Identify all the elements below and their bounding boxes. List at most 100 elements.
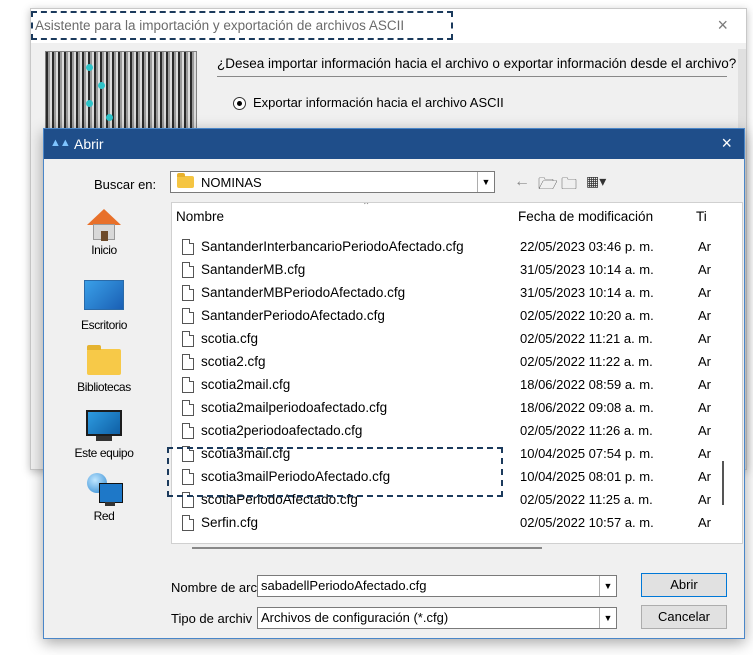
file-type: Ar [698, 354, 711, 369]
illustration-dot [98, 82, 105, 89]
place-desktop[interactable]: Escritorio [54, 280, 154, 332]
filetype-label: Tipo de archiv [171, 611, 253, 626]
filetype-value: Archivos de configuración (*.cfg) [261, 610, 449, 625]
desktop-icon [84, 280, 124, 310]
file-date: 18/06/2022 08:59 a. m. [520, 377, 654, 392]
file-name: scotia3mail.cfg [201, 446, 291, 461]
file-date: 02/05/2022 11:26 a. m. [520, 423, 653, 438]
file-type: Ar [698, 285, 711, 300]
file-date: 18/06/2022 09:08 a. m. [520, 400, 654, 415]
look-in-label: Buscar en: [94, 177, 157, 192]
new-folder-icon[interactable]: 🗀 [561, 173, 577, 200]
this-pc-icon [86, 410, 122, 436]
file-name: Serfin.cfg [201, 515, 259, 530]
export-radio[interactable] [233, 97, 246, 110]
file-type: Ar [698, 262, 711, 277]
look-in-select[interactable]: NOMINAS ▼ [170, 171, 495, 193]
libraries-icon [87, 345, 121, 375]
file-icon [182, 423, 194, 439]
illustration-dot [86, 100, 93, 107]
column-header-name[interactable]: Nombre [176, 203, 224, 231]
file-row[interactable]: scotia3mailPeriodoAfectado.cfg 10/04/2025… [172, 466, 732, 489]
place-this-pc[interactable]: Este equipo [54, 410, 154, 460]
place-label: Escritorio [80, 318, 127, 332]
file-type: Ar [698, 515, 711, 530]
file-icon [182, 515, 194, 531]
file-name: scotia.cfg [201, 331, 259, 346]
file-name: scotia2mail.cfg [201, 377, 291, 392]
file-icon [182, 492, 194, 508]
wizard-question: ¿Desea importar información hacia el arc… [217, 56, 737, 71]
illustration-dot [106, 114, 113, 121]
file-row[interactable]: SantanderInterbancarioPeriodoAfectado.cf… [172, 236, 732, 259]
file-row[interactable]: scotia.cfg 02/05/2022 11:21 a. m. Ar [172, 328, 732, 351]
view-menu-icon[interactable]: ▦▾ [586, 173, 606, 190]
horizontal-scrollbar-thumb[interactable] [192, 547, 542, 549]
column-header-date[interactable]: Fecha de modificación [518, 203, 653, 231]
folder-icon [177, 173, 194, 188]
file-icon [182, 377, 194, 393]
file-row[interactable]: Serfin.cfg 02/05/2022 10:57 a. m. Ar [172, 512, 732, 535]
file-row[interactable]: scotia3mail.cfg 10/04/2025 07:54 p. m. Ar [172, 443, 732, 466]
filename-input[interactable]: sabadellPeriodoAfectado.cfg ▼ [257, 575, 617, 597]
file-date: 02/05/2022 11:21 a. m. [520, 331, 653, 346]
file-icon [182, 354, 194, 370]
file-name: scotia2periodoafectado.cfg [201, 423, 363, 438]
file-date: 10/04/2025 07:54 p. m. [520, 446, 654, 461]
chevron-down-icon[interactable]: ▼ [477, 172, 494, 192]
file-name: SantanderMBPeriodoAfectado.cfg [201, 285, 406, 300]
file-list[interactable]: Nombre ⌃ Fecha de modificación Ti Santan… [171, 202, 743, 544]
app-people-icon: ▲▲ [50, 137, 71, 149]
chevron-down-icon[interactable]: ▼ [599, 608, 616, 628]
wizard-titlebar: Asistente para la importación y exportac… [31, 9, 746, 43]
file-row[interactable]: scotia2mail.cfg 18/06/2022 08:59 a. m. Ar [172, 374, 732, 397]
file-type: Ar [698, 308, 711, 323]
illustration-dot [86, 64, 93, 71]
file-icon [182, 262, 194, 278]
file-date: 31/05/2023 10:14 a. m. [520, 262, 654, 277]
file-type: Ar [698, 239, 711, 254]
file-row[interactable]: scotiaPeriodoAfectado.cfg 02/05/2022 11:2… [172, 489, 732, 512]
place-network[interactable]: Red [54, 473, 154, 523]
file-type: Ar [698, 377, 711, 392]
file-type: Ar [698, 446, 711, 461]
wizard-close-icon[interactable]: × [717, 15, 728, 36]
file-row[interactable]: SantanderMBPeriodoAfectado.cfg 31/05/2023… [172, 282, 732, 305]
question-divider [217, 76, 727, 77]
up-folder-icon[interactable]: 🗁 [538, 173, 558, 200]
file-date: 31/05/2023 10:14 a. m. [520, 285, 654, 300]
place-home[interactable]: Inicio [54, 209, 154, 257]
filetype-select[interactable]: Archivos de configuración (*.cfg) ▼ [257, 607, 617, 629]
file-date: 02/05/2022 11:25 a. m. [520, 492, 653, 507]
cancel-button[interactable]: Cancelar [641, 605, 727, 629]
chevron-down-icon[interactable]: ▼ [599, 576, 616, 596]
file-date: 02/05/2022 10:20 a. m. [520, 308, 654, 323]
file-name: SantanderMB.cfg [201, 262, 306, 277]
column-header-type[interactable]: Ti [696, 203, 707, 231]
filename-label: Nombre de arc [171, 580, 257, 595]
file-row[interactable]: scotia2periodoafectado.cfg 02/05/2022 11:… [172, 420, 732, 443]
file-name: scotia2.cfg [201, 354, 266, 369]
file-date: 22/05/2023 03:46 p. m. [520, 239, 654, 254]
open-button[interactable]: Abrir [641, 573, 727, 597]
place-label: Bibliotecas [77, 380, 131, 394]
file-type: Ar [698, 469, 711, 484]
file-icon [182, 400, 194, 416]
wizard-title: Asistente para la importación y exportac… [35, 18, 405, 33]
radio-selected-dot [237, 101, 242, 106]
file-row[interactable]: scotia2.cfg 02/05/2022 11:22 a. m. Ar [172, 351, 732, 374]
file-date: 10/04/2025 08:01 p. m. [520, 469, 654, 484]
file-name: SantanderInterbancarioPeriodoAfectado.cf… [201, 239, 464, 254]
filename-value: sabadellPeriodoAfectado.cfg [261, 578, 427, 593]
file-type: Ar [698, 423, 711, 438]
file-row[interactable]: SantanderPeriodoAfectado.cfg 02/05/2022 1… [172, 305, 732, 328]
file-icon [182, 446, 194, 462]
vertical-scrollbar-thumb[interactable] [722, 461, 724, 505]
export-radio-label[interactable]: Exportar información hacia el archivo AS… [253, 95, 504, 110]
place-libraries[interactable]: Bibliotecas [54, 345, 154, 394]
dialog-close-icon[interactable]: × [721, 133, 732, 154]
file-row[interactable]: scotia2mailperiodoafectado.cfg 18/06/2022… [172, 397, 732, 420]
sort-ascending-icon: ⌃ [362, 202, 371, 212]
file-row[interactable]: SantanderMB.cfg 31/05/2023 10:14 a. m. Ar [172, 259, 732, 282]
back-arrow-icon[interactable]: ← [514, 173, 530, 191]
